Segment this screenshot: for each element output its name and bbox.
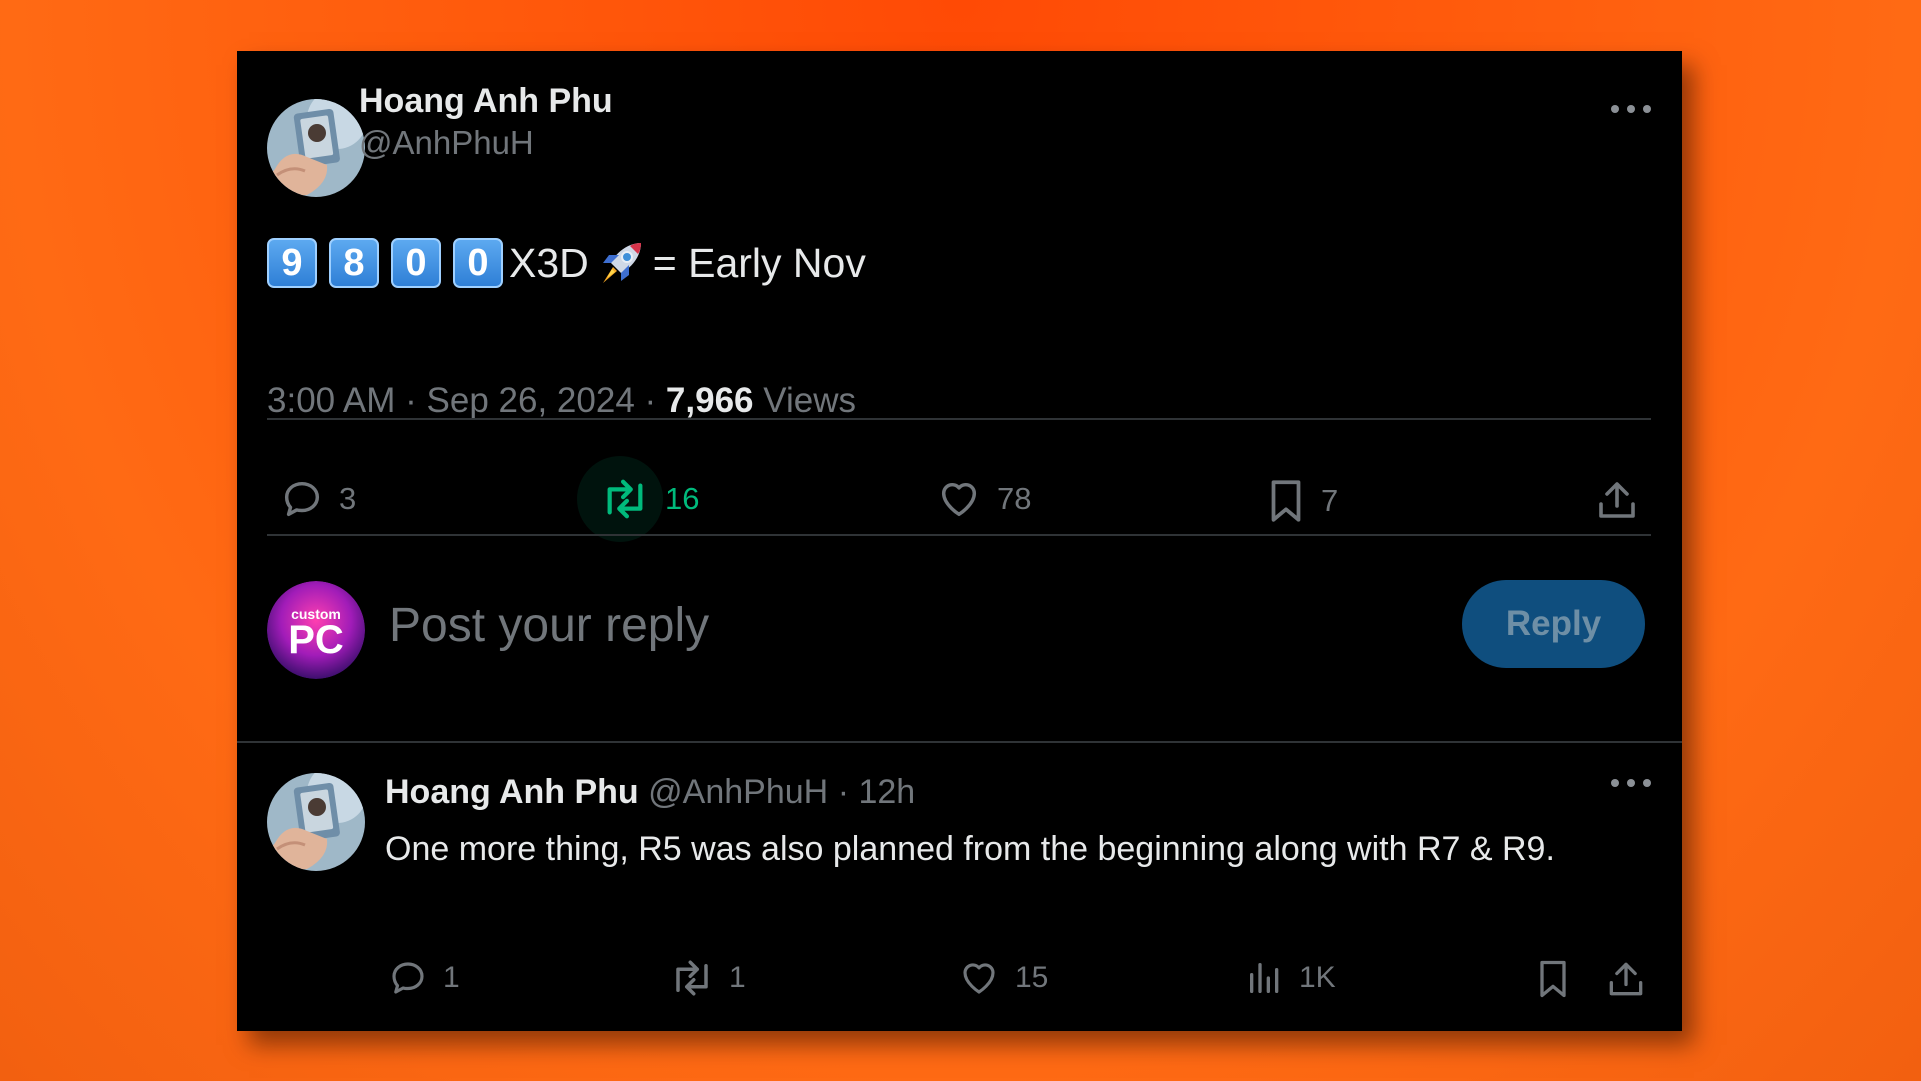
reply-reply-count: 1 (443, 961, 460, 994)
divider (267, 534, 1651, 536)
tweet-meta: 3:00 AM · Sep 26, 2024 · 7,966 Views (267, 381, 856, 421)
share-icon (1604, 957, 1648, 1001)
views-icon (1245, 957, 1285, 999)
reply-button[interactable]: Reply (1462, 580, 1645, 668)
logo-text-bottom: PC (288, 618, 344, 662)
reply-repost-action[interactable]: 1 (669, 957, 746, 999)
tweet-card: Hoang Anh Phu @AnhPhuH 9 8 0 0 X3D = Ear… (237, 51, 1682, 1031)
like-count: 78 (997, 481, 1032, 516)
user-avatar[interactable]: custom PC (267, 581, 365, 679)
reply-icon (387, 957, 429, 999)
divider (267, 418, 1651, 420)
section-divider (237, 741, 1682, 743)
share-icon (1593, 476, 1641, 524)
reply-like-count: 15 (1015, 961, 1049, 994)
keycap-digit: 0 (453, 238, 503, 288)
tweet-text: 9 8 0 0 X3D = Early Nov (267, 235, 866, 291)
tweet-text-suffix: X3D (509, 239, 589, 286)
like-icon (935, 476, 983, 522)
bookmark-icon (1265, 476, 1307, 526)
reply-action[interactable]: 3 (279, 476, 356, 522)
keycap-digit: 9 (267, 238, 317, 288)
reply-share-action[interactable] (1604, 957, 1648, 1001)
reply-author-name[interactable]: Hoang Anh Phu (385, 773, 639, 811)
repost-icon (599, 476, 651, 522)
tweet-time[interactable]: 3:00 AM (267, 381, 395, 420)
reply-count: 3 (339, 481, 357, 516)
author-avatar[interactable] (267, 99, 365, 197)
author-handle[interactable]: @AnhPhuH (359, 124, 534, 162)
reply-views-action[interactable]: 1K (1245, 957, 1336, 999)
bookmark-count: 7 (1321, 483, 1339, 518)
reply-header: Hoang Anh Phu @AnhPhuH · 12h (385, 773, 915, 812)
like-icon (957, 957, 1001, 999)
views-label: Views (763, 381, 856, 420)
reply-author-handle[interactable]: @AnhPhuH (648, 773, 828, 811)
reply-views-count: 1K (1299, 961, 1336, 994)
author-name[interactable]: Hoang Anh Phu (359, 82, 613, 121)
bookmark-icon (1534, 957, 1572, 1001)
bookmark-action[interactable]: 7 (1265, 476, 1338, 526)
reply-time[interactable]: 12h (858, 773, 915, 811)
reply-reply-action[interactable]: 1 (387, 957, 460, 999)
like-action[interactable]: 78 (935, 476, 1031, 522)
reply-author-avatar[interactable] (267, 773, 365, 871)
reply-icon (279, 476, 325, 522)
meta-separator: · (405, 381, 417, 420)
reply-separator: · (837, 773, 850, 811)
tweet-text-tail: = Early Nov (652, 239, 866, 286)
more-icon[interactable] (1611, 102, 1651, 116)
rocket-emoji (595, 237, 647, 289)
repost-count: 16 (665, 481, 700, 516)
reply-repost-count: 1 (729, 961, 746, 994)
share-action[interactable] (1593, 476, 1641, 524)
keycap-digit: 8 (329, 238, 379, 288)
views-count: 7,966 (665, 381, 754, 420)
reply-text: One more thing, R5 was also planned from… (385, 830, 1555, 868)
reply-like-action[interactable]: 15 (957, 957, 1048, 999)
tweet-date[interactable]: Sep 26, 2024 (427, 381, 635, 420)
reply-bookmark-action[interactable] (1534, 957, 1572, 1001)
keycap-digit: 0 (391, 238, 441, 288)
repost-action[interactable]: 16 (599, 476, 699, 522)
repost-icon (669, 957, 715, 999)
meta-separator: · (644, 381, 657, 420)
reply-input[interactable]: Post your reply (389, 591, 1389, 661)
more-icon[interactable] (1611, 776, 1651, 790)
